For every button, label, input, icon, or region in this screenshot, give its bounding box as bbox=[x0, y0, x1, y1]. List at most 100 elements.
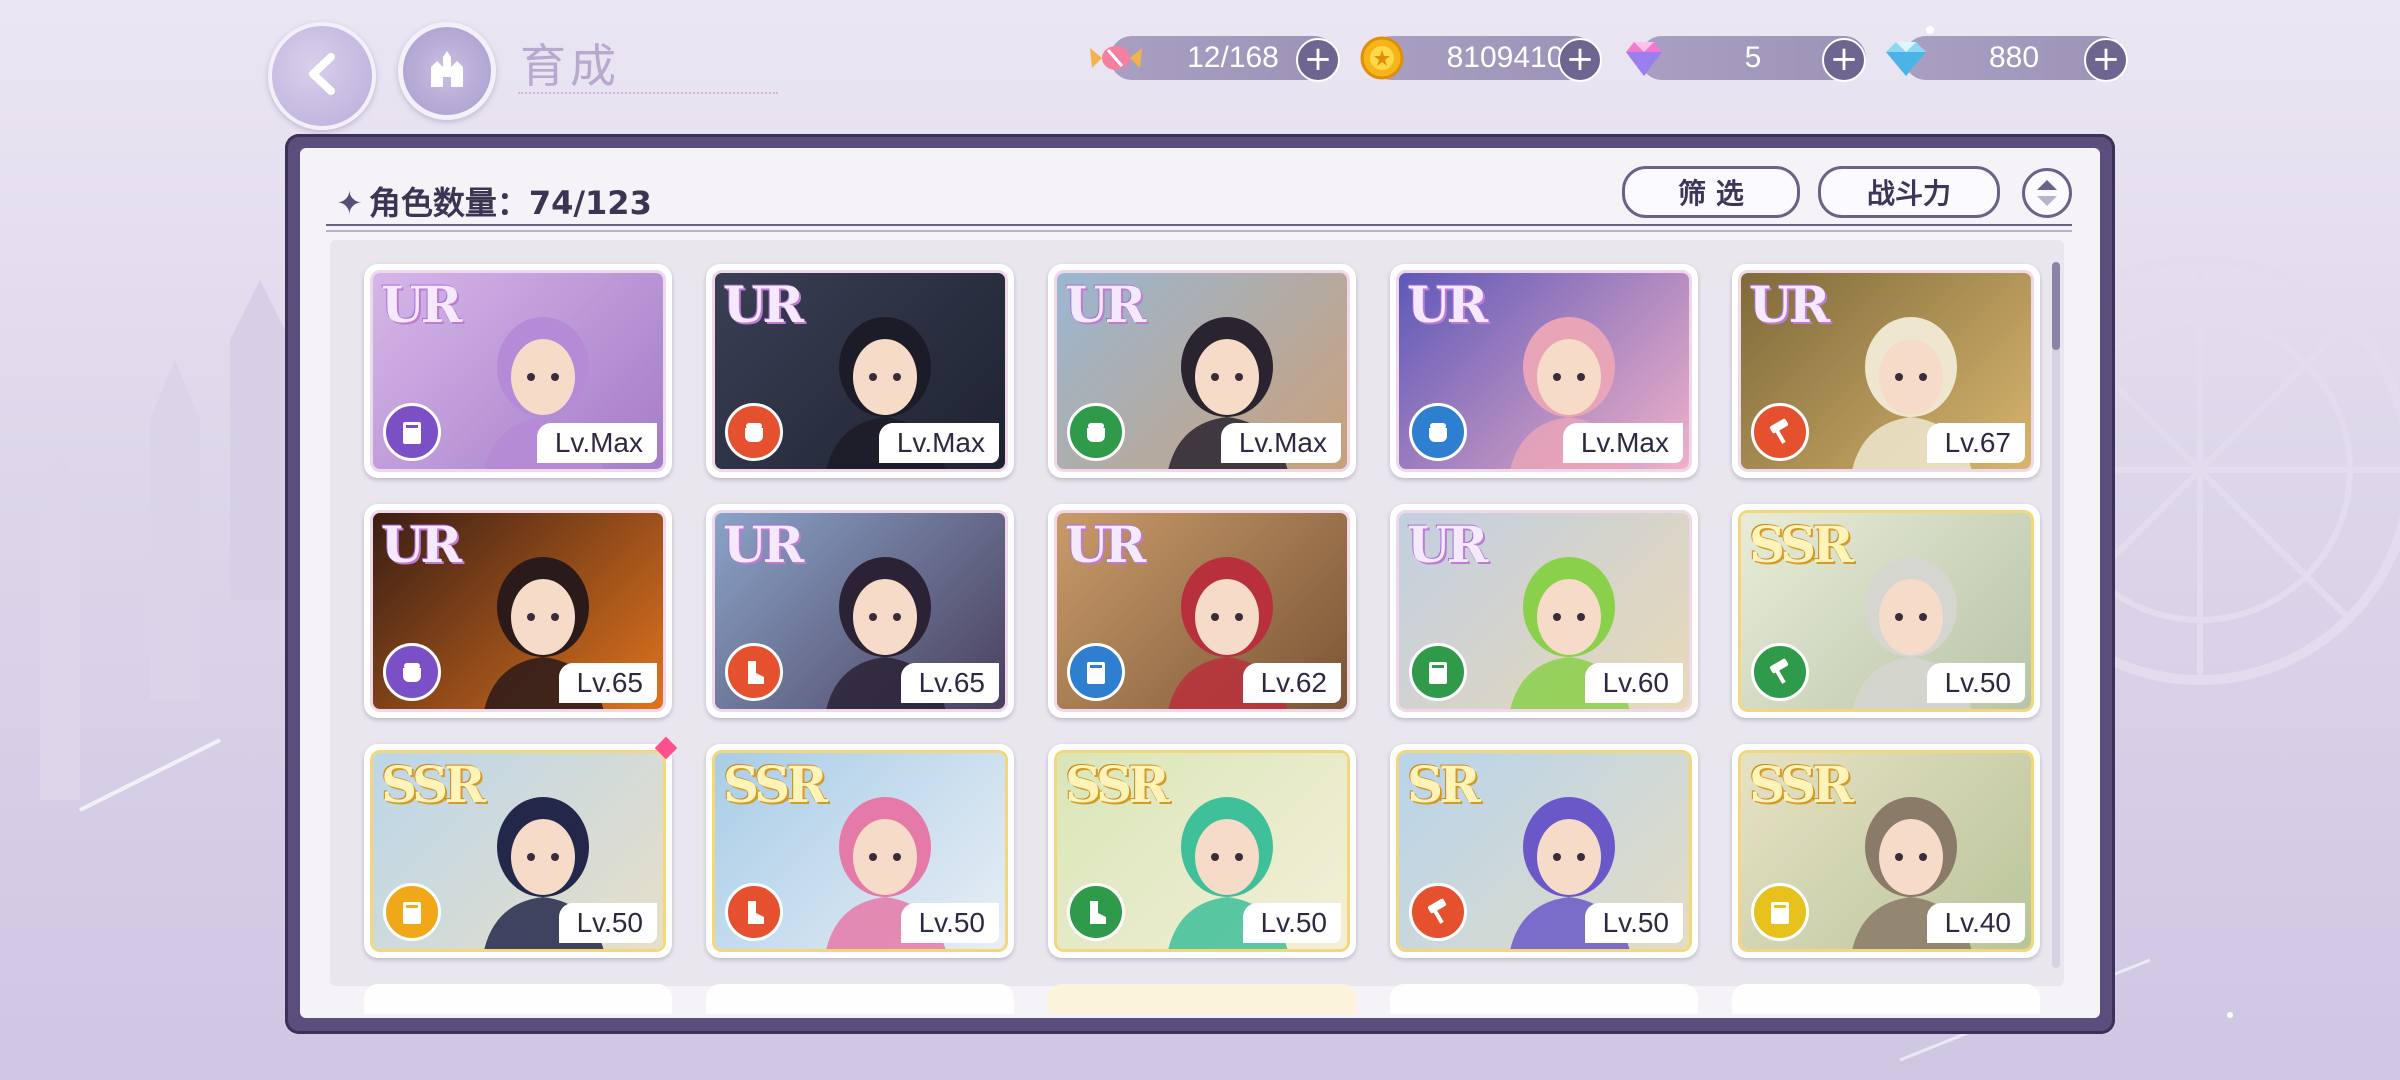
character-card[interactable]: UR Lv.65 bbox=[706, 504, 1014, 718]
boot-icon bbox=[725, 883, 783, 941]
character-card[interactable]: UR Lv.62 bbox=[1048, 504, 1356, 718]
character-card[interactable]: UR Lv.60 bbox=[1390, 504, 1698, 718]
rarity-badge: SSR bbox=[1065, 755, 1170, 814]
book-icon bbox=[383, 403, 441, 461]
level-label: Lv.50 bbox=[558, 903, 657, 943]
add-coin-button[interactable]: + bbox=[1558, 38, 1602, 82]
level-label: Lv.Max bbox=[878, 423, 999, 463]
candy-icon bbox=[1090, 46, 1142, 70]
boot-icon bbox=[725, 643, 783, 701]
level-label: Lv.50 bbox=[1242, 903, 1341, 943]
character-card[interactable]: UR Lv.65 bbox=[364, 504, 672, 718]
character-portrait: SSR Lv.50 bbox=[712, 750, 1008, 952]
level-label: Lv.50 bbox=[900, 903, 999, 943]
sort-by-power-button[interactable]: 战斗力 bbox=[1818, 166, 2000, 218]
back-arrow-icon bbox=[297, 49, 347, 103]
character-card[interactable]: UR Lv.Max bbox=[706, 264, 1014, 478]
sort-order-button[interactable] bbox=[2022, 168, 2072, 218]
rarity-badge: SSR bbox=[381, 755, 486, 814]
character-card[interactable]: SSR Lv.50 bbox=[364, 736, 678, 958]
add-diamond-button[interactable]: + bbox=[2084, 38, 2128, 82]
gold-coin-icon bbox=[1360, 36, 1404, 80]
rarity-badge: UR bbox=[1065, 515, 1146, 574]
level-label: Lv.65 bbox=[900, 663, 999, 703]
coin-value: 8109410 bbox=[1446, 41, 1564, 74]
hammer-icon bbox=[1409, 883, 1467, 941]
book-icon bbox=[1751, 883, 1809, 941]
character-card[interactable]: SR Lv.50 bbox=[1390, 744, 1698, 958]
character-card[interactable]: SSR Lv.40 bbox=[1732, 744, 2040, 958]
candy-value: 12/168 bbox=[1187, 41, 1279, 74]
level-label: Lv.Max bbox=[1562, 423, 1683, 463]
book-icon bbox=[383, 883, 441, 941]
character-portrait: UR Lv.65 bbox=[370, 510, 666, 712]
add-candy-button[interactable]: + bbox=[1296, 38, 1340, 82]
rarity-badge: UR bbox=[1749, 275, 1830, 334]
boot-icon bbox=[1067, 883, 1125, 941]
filter-button[interactable]: 筛 选 bbox=[1622, 166, 1800, 218]
rarity-badge: UR bbox=[1407, 275, 1488, 334]
level-label: Lv.Max bbox=[536, 423, 657, 463]
character-portrait: UR Lv.60 bbox=[1396, 510, 1692, 712]
character-card[interactable]: SSR Lv.50 bbox=[706, 744, 1014, 958]
level-label: Lv.60 bbox=[1584, 663, 1683, 703]
character-portrait: UR Lv.Max bbox=[712, 270, 1008, 472]
level-label: Lv.67 bbox=[1926, 423, 2025, 463]
character-portrait: SR Lv.50 bbox=[1396, 750, 1692, 952]
hammer-icon bbox=[1751, 403, 1809, 461]
level-label: Lv.62 bbox=[1242, 663, 1341, 703]
character-card-partial[interactable] bbox=[1048, 984, 1356, 1014]
character-portrait: UR Lv.Max bbox=[1396, 270, 1692, 472]
character-card-partial[interactable] bbox=[364, 984, 672, 1014]
character-card[interactable]: UR Lv.Max bbox=[1048, 264, 1356, 478]
rarity-badge: UR bbox=[723, 515, 804, 574]
level-label: Lv.40 bbox=[1926, 903, 2025, 943]
add-pink-gem-button[interactable]: + bbox=[1822, 38, 1866, 82]
character-card-partial[interactable] bbox=[1390, 984, 1698, 1014]
character-card[interactable]: UR Lv.Max bbox=[364, 264, 672, 478]
diamond-icon bbox=[1886, 42, 1926, 76]
scrollbar-thumb[interactable] bbox=[2052, 262, 2060, 350]
rarity-badge: UR bbox=[1407, 515, 1488, 574]
character-portrait: UR Lv.62 bbox=[1054, 510, 1350, 712]
fist-icon bbox=[1409, 403, 1467, 461]
fist-icon bbox=[383, 643, 441, 701]
character-portrait: UR Lv.Max bbox=[1054, 270, 1350, 472]
character-portrait: SSR Lv.40 bbox=[1738, 750, 2034, 952]
pink-gem-value: 5 bbox=[1744, 41, 1762, 74]
character-card-partial[interactable] bbox=[1732, 984, 2040, 1014]
character-card[interactable]: SSR Lv.50 bbox=[1048, 744, 1356, 958]
home-button[interactable] bbox=[398, 22, 496, 120]
character-count: ✦ 角色数量：74/123 bbox=[336, 178, 652, 224]
diamond-value: 880 bbox=[1988, 41, 2040, 74]
level-label: Lv.Max bbox=[1220, 423, 1341, 463]
rarity-badge: UR bbox=[381, 515, 462, 574]
back-button[interactable] bbox=[268, 22, 376, 130]
character-card[interactable]: SSR Lv.50 bbox=[1732, 504, 2040, 718]
rarity-badge: UR bbox=[723, 275, 804, 334]
sort-toggle-icon bbox=[2037, 180, 2057, 206]
title-decoration bbox=[518, 68, 778, 94]
character-card-partial[interactable] bbox=[706, 984, 1014, 1014]
level-label: Lv.65 bbox=[558, 663, 657, 703]
rarity-badge: SSR bbox=[1749, 515, 1854, 574]
character-portrait: SSR Lv.50 bbox=[1054, 750, 1350, 952]
rarity-badge: UR bbox=[381, 275, 462, 334]
book-icon bbox=[1409, 643, 1467, 701]
character-portrait: SSR Lv.50 bbox=[370, 750, 666, 952]
character-portrait: UR Lv.65 bbox=[712, 510, 1008, 712]
book-icon bbox=[1067, 643, 1125, 701]
castle-icon bbox=[423, 45, 471, 97]
character-portrait: UR Lv.67 bbox=[1738, 270, 2034, 472]
character-card[interactable]: UR Lv.67 bbox=[1732, 264, 2040, 478]
character-card[interactable]: UR Lv.Max bbox=[1390, 264, 1698, 478]
pink-gem-icon bbox=[1626, 42, 1662, 76]
level-label: Lv.50 bbox=[1926, 663, 2025, 703]
character-count-text: 角色数量：74/123 bbox=[368, 184, 652, 222]
character-portrait: UR Lv.Max bbox=[370, 270, 666, 472]
level-label: Lv.50 bbox=[1584, 903, 1683, 943]
scrollbar-track[interactable] bbox=[2052, 262, 2060, 968]
fist-icon bbox=[1067, 403, 1125, 461]
sparkle-icon: ✦ bbox=[336, 184, 363, 222]
rarity-badge: UR bbox=[1065, 275, 1146, 334]
